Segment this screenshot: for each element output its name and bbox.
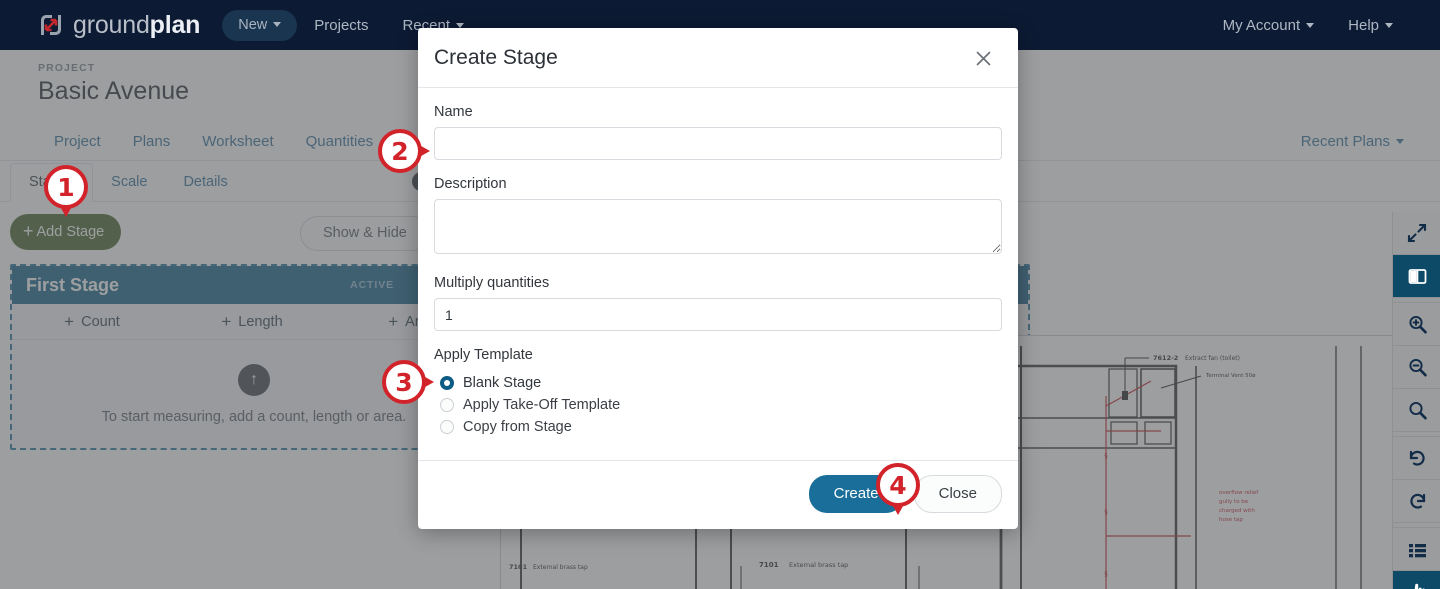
new-button[interactable]: New [222,9,298,41]
description-input[interactable] [434,199,1002,254]
app-root: PROJECT Basic Avenue Project Plans Works… [0,0,1440,589]
radio-apply-takeoff-template-label: Apply Take-Off Template [463,397,621,413]
nav-projects[interactable]: Projects [297,9,385,42]
annotation-pin-1-number: 1 [57,173,74,202]
annotation-pin-3: 3 [380,358,436,411]
brand-logo-group[interactable]: groundplan [38,12,200,38]
brand-name: groundplan [73,10,201,39]
radio-copy-from-stage[interactable]: Copy from Stage [434,416,1002,438]
create-stage-dialog: Create Stage Name Description Multiply q… [418,28,1018,529]
apply-template-radio-group: Blank Stage Apply Take-Off Template Copy… [434,372,1002,438]
modal-body: Name Description Multiply quantities App… [418,88,1018,460]
radio-apply-takeoff-template[interactable]: Apply Take-Off Template [434,394,1002,416]
radio-icon [440,420,454,434]
undo-icon[interactable] [1393,437,1440,480]
zoom-in-icon[interactable] [1393,303,1440,346]
radio-blank-stage-label: Blank Stage [463,375,542,391]
navbar-right: My Account Help [1206,9,1410,42]
groundplan-logo-icon [38,12,64,38]
pointer-hand-icon[interactable] [1393,571,1440,589]
chevron-down-icon [1385,22,1393,28]
zoom-fit-icon[interactable] [1393,389,1440,432]
annotation-pin-2: 2 [376,127,432,180]
radio-icon [440,376,454,390]
zoom-out-icon[interactable] [1393,346,1440,389]
multiply-quantities-input[interactable] [434,298,1002,331]
apply-template-label: Apply Template [434,347,533,363]
modal-title: Create Stage [434,46,558,69]
nav-help[interactable]: Help [1331,9,1410,42]
annotation-pin-4: 4 [874,461,922,522]
split-panel-icon[interactable] [1393,255,1440,298]
plan-toolbar [1392,212,1440,589]
close-icon[interactable] [970,45,996,71]
nav-my-account[interactable]: My Account [1206,9,1332,42]
radio-icon [440,398,454,412]
radio-blank-stage[interactable]: Blank Stage [434,372,1002,394]
redo-icon[interactable] [1393,480,1440,523]
description-label: Description [434,176,507,192]
list-icon[interactable] [1393,528,1440,571]
annotation-pin-3-number: 3 [395,368,412,397]
annotation-pin-2-number: 2 [391,137,408,166]
annotation-pin-1: 1 [42,163,90,224]
name-input[interactable] [434,127,1002,160]
close-button[interactable]: Close [913,475,1002,513]
chevron-down-icon [273,22,282,27]
modal-footer: Create Close [418,460,1018,529]
new-label: New [238,16,268,33]
expand-icon[interactable] [1393,212,1440,255]
radio-copy-from-stage-label: Copy from Stage [463,419,572,435]
annotation-pin-4-number: 4 [889,471,906,500]
multiply-quantities-label: Multiply quantities [434,275,550,291]
modal-header: Create Stage [418,28,1018,88]
chevron-down-icon [455,22,464,28]
chevron-down-icon [1306,22,1315,28]
name-label: Name [434,104,473,120]
